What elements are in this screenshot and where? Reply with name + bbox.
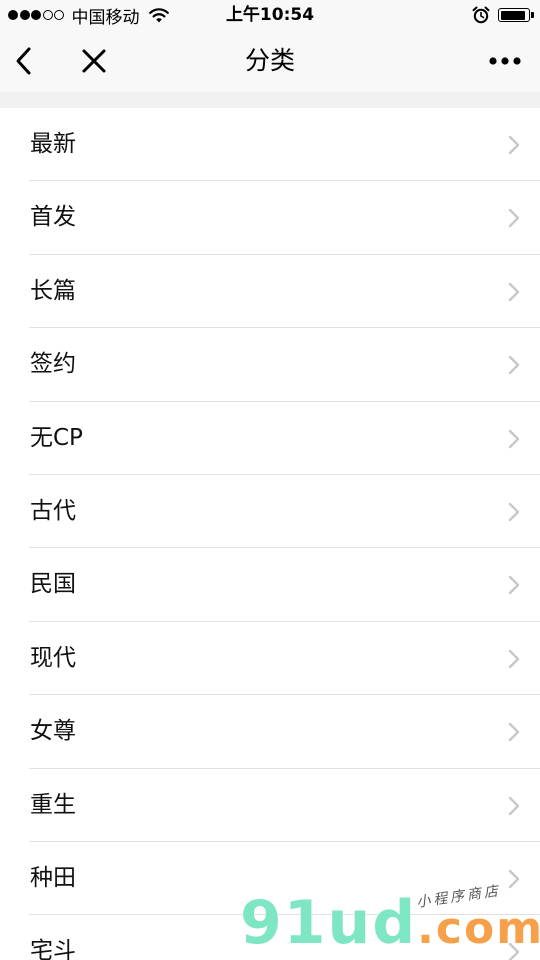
category-item[interactable]: 长篇 [0,255,540,329]
status-right [472,5,534,25]
chevron-right-icon [508,576,520,595]
category-label: 民国 [30,571,76,598]
battery-level [500,10,525,20]
chevron-right-icon [508,502,520,522]
chevron-right-icon [508,135,520,155]
category-label: 种田 [30,864,76,891]
chevron-right-icon [508,943,520,960]
category-label: 最新 [30,131,76,157]
chevron-right-icon [508,209,520,228]
status-time: 上午10:54 [225,5,315,25]
category-item[interactable]: 种田 [0,842,540,916]
category-item[interactable]: 签约 [0,328,540,402]
chevron-right-icon [508,649,520,668]
more-horizontal-icon[interactable] [488,51,522,71]
category-label: 女尊 [30,718,76,745]
app-screen: 中国移动 上午10:54 分类 最新 首发 长篇 签约 无CP 古代 民国 现代… [0,0,540,960]
category-label: 长篇 [30,277,76,304]
section-gap [0,92,540,108]
chevron-right-icon [508,722,520,742]
category-label: 首发 [30,204,76,231]
category-item[interactable]: 古代 [0,475,540,549]
category-item[interactable]: 现代 [0,622,540,696]
category-item[interactable]: 首发 [0,181,540,256]
category-list: 最新 首发 长篇 签约 无CP 古代 民国 现代 女尊 重生 种田 宅斗 [0,108,540,960]
category-item[interactable]: 最新 [0,108,540,182]
chevron-right-icon [508,355,520,375]
category-label: 现代 [30,644,76,671]
battery-nub [531,12,534,18]
chevron-right-icon [508,282,520,301]
chevron-right-icon [508,796,520,815]
category-item[interactable]: 民国 [0,548,540,623]
category-label: 古代 [30,497,76,524]
category-label: 签约 [30,351,76,378]
category-item[interactable]: 宅斗 [0,915,540,960]
category-item[interactable]: 重生 [0,769,540,843]
alarm-clock-icon [472,6,490,24]
chevron-right-icon [508,429,520,448]
category-label: 宅斗 [30,938,76,960]
battery-icon [498,8,534,22]
status-bar: 中国移动 上午10:54 [0,0,540,30]
category-item[interactable]: 无CP [0,402,540,476]
category-label: 无CP [30,424,83,451]
navigation-bar: 分类 [0,30,540,92]
chevron-right-icon [508,869,520,889]
category-item[interactable]: 女尊 [0,695,540,769]
page-title: 分类 [244,46,295,75]
category-label: 重生 [30,791,76,818]
